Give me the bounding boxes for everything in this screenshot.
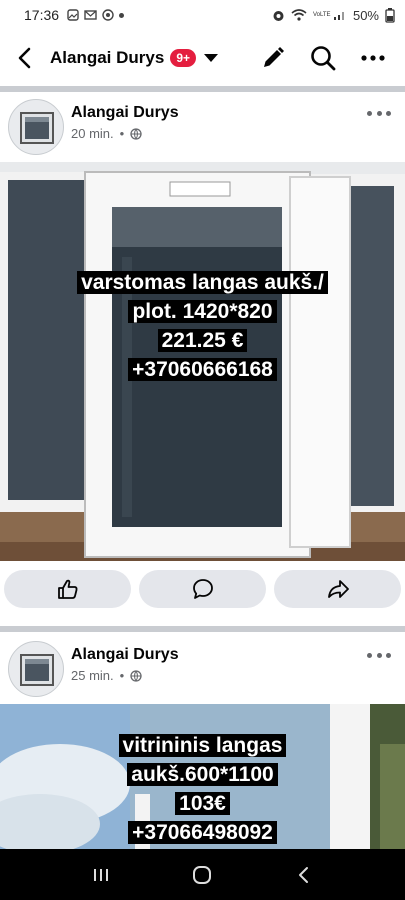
search-button[interactable]	[309, 44, 337, 72]
page-title[interactable]: Alangai Durys	[50, 48, 164, 68]
avatar[interactable]	[8, 641, 64, 697]
app-notification-icon	[102, 9, 114, 21]
post-meta: 25 min. •	[71, 668, 142, 683]
globe-icon	[130, 669, 142, 682]
like-button[interactable]	[4, 570, 131, 608]
window-thumbnail-icon	[20, 112, 54, 144]
recent-apps-button[interactable]	[86, 860, 116, 890]
caption-line: aukš.600*1100	[0, 760, 405, 789]
post-author[interactable]: Alangai Durys	[71, 104, 179, 122]
caption-line: +37066498092	[0, 818, 405, 847]
alarm-icon	[273, 10, 284, 21]
post-image[interactable]: varstomas langas aukš./ plot. 1420*820 2…	[0, 162, 405, 568]
header-actions	[259, 44, 405, 72]
section-divider	[0, 626, 405, 632]
battery-icon	[385, 7, 395, 23]
more-notifications-dot	[119, 12, 125, 18]
meta-separator: •	[119, 126, 125, 141]
recent-apps-icon	[93, 868, 108, 881]
post-image[interactable]: vitrininis langas aukš.600*1100 103€ +37…	[0, 704, 405, 849]
meta-separator: •	[119, 668, 125, 683]
caption-line: plot. 1420*820	[0, 297, 405, 326]
post-time[interactable]: 20 min.	[71, 126, 114, 141]
search-icon	[311, 46, 336, 71]
post-header: Alangai Durys 20 min. •	[0, 92, 405, 162]
post-more-button[interactable]	[367, 106, 391, 120]
caption-line: varstomas langas aukš./	[0, 268, 405, 297]
share-button[interactable]	[274, 570, 401, 608]
home-icon	[193, 865, 212, 884]
edit-button[interactable]	[259, 44, 287, 72]
caption-line: 221.25 €	[0, 326, 405, 355]
home-button[interactable]	[187, 860, 217, 890]
status-indicators: VoLTE 50%	[272, 7, 395, 23]
notification-badge: 9+	[170, 49, 196, 67]
comment-bubble-icon	[192, 579, 213, 599]
share-arrow-icon	[327, 580, 349, 598]
post-time[interactable]: 25 min.	[71, 668, 114, 683]
post-meta: 20 min. •	[71, 126, 142, 141]
status-time: 17:36	[24, 7, 60, 23]
signal-icon	[333, 12, 344, 20]
app-header: Alangai Durys 9+	[0, 30, 405, 86]
post-caption: vitrininis langas aukš.600*1100 103€ +37…	[0, 731, 405, 847]
avatar[interactable]	[8, 99, 64, 155]
thumbs-up-icon	[57, 579, 77, 599]
caption-line: vitrininis langas	[0, 731, 405, 760]
post-author[interactable]: Alangai Durys	[71, 646, 179, 664]
chevron-left-icon	[18, 47, 31, 69]
caption-line: +37060666168	[0, 355, 405, 384]
comment-button[interactable]	[139, 570, 266, 608]
image-notification-icon	[67, 9, 79, 21]
notification-icons	[67, 9, 125, 21]
post-more-button[interactable]	[367, 648, 391, 662]
post-caption: varstomas langas aukš./ plot. 1420*820 2…	[0, 268, 405, 384]
globe-icon	[130, 127, 142, 140]
more-dots-icon	[361, 55, 385, 61]
system-back-button[interactable]	[289, 860, 319, 890]
window-thumbnail-icon	[20, 654, 54, 686]
mail-notification-icon	[84, 10, 97, 20]
wifi-icon	[291, 9, 307, 21]
post-header: Alangai Durys 25 min. •	[0, 634, 405, 704]
back-arrow-icon	[299, 866, 309, 883]
battery-percent: 50%	[352, 7, 379, 23]
pencil-icon	[264, 47, 284, 67]
post-actions	[0, 561, 405, 617]
system-nav-bar	[0, 849, 405, 900]
caret-down-icon[interactable]	[204, 54, 218, 62]
volte-label: VoLTE	[312, 11, 331, 18]
status-bar: 17:36 VoLTE 50%	[0, 0, 405, 30]
caption-line: 103€	[0, 789, 405, 818]
back-button[interactable]	[0, 30, 50, 86]
more-options-button[interactable]	[359, 44, 387, 72]
